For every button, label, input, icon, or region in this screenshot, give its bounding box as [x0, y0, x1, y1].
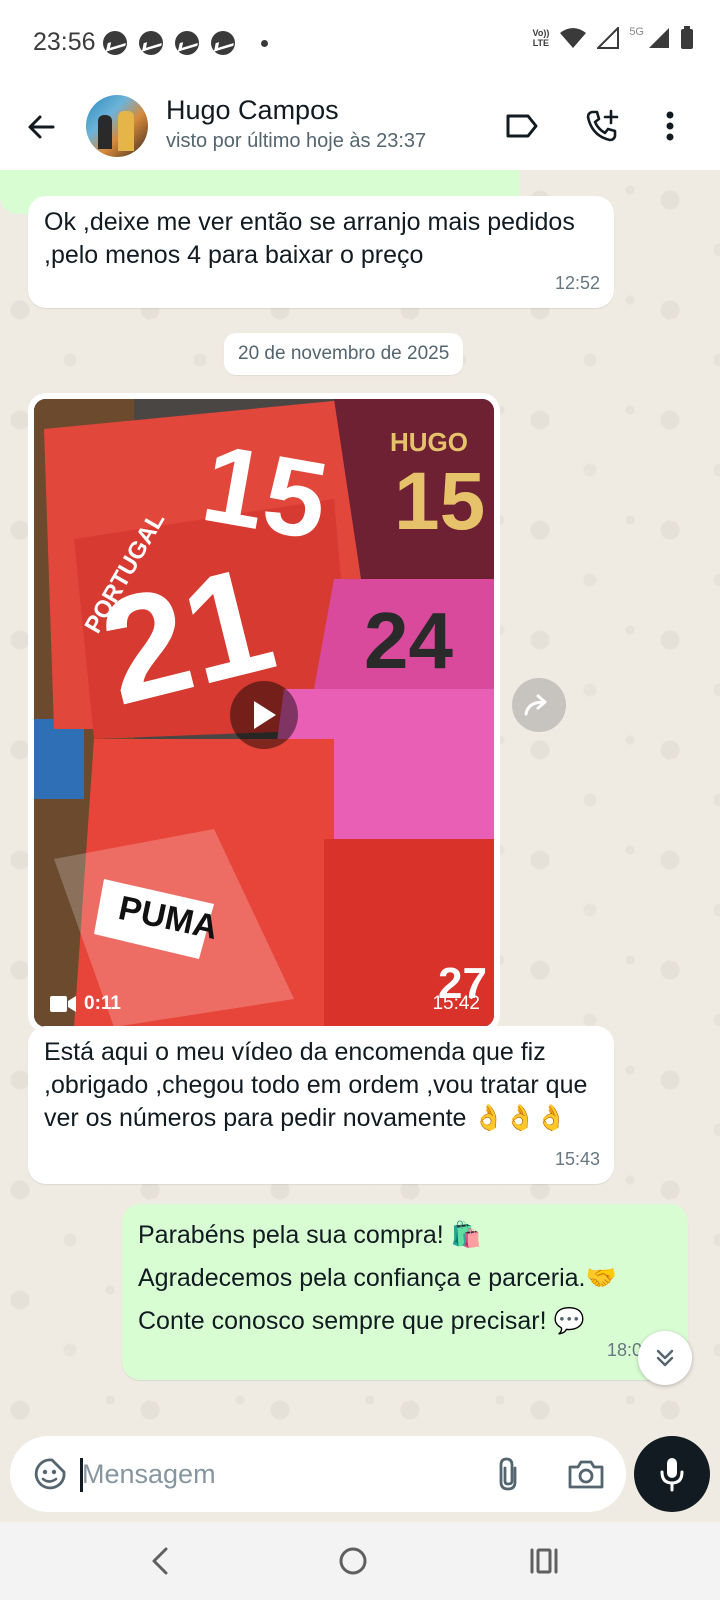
signal-icon [597, 27, 620, 49]
composer-bar [0, 1432, 720, 1522]
voice-message-button[interactable] [634, 1436, 710, 1512]
last-seen-status: visto por último hoje às 23:37 [166, 130, 427, 152]
signal-icon [649, 28, 669, 48]
attach-button[interactable] [486, 1452, 530, 1496]
battery-icon [681, 26, 693, 49]
status-bar: 23:56 Vo)) LTE 5G [0, 0, 720, 84]
video-thumbnail[interactable]: 15 PORTUGAL 21 HUGO 15 24 PUMA 27 0:11 1… [34, 399, 494, 1027]
arrow-left-icon [28, 115, 55, 139]
contact-avatar[interactable] [86, 95, 148, 157]
message-time: 15:42 [432, 993, 480, 1014]
message-time: 15:43 [554, 1149, 600, 1169]
incoming-message[interactable]: Está aqui o meu vídeo da encomenda que f… [28, 1026, 614, 1184]
video-camera-icon [50, 996, 76, 1012]
label-icon [506, 114, 538, 138]
message-line: Parabéns pela sua compra! 🛍️ [138, 1221, 482, 1249]
contact-name[interactable]: Hugo Campos [166, 95, 339, 126]
nav-back-button[interactable] [132, 1538, 188, 1584]
message-time: 12:52 [554, 273, 600, 293]
jersey-number: 15 [394, 456, 486, 547]
message-line: Agradecemos pela confiança e parceria.🤝 [138, 1264, 617, 1292]
phone-add-icon [586, 109, 619, 142]
more-options-button[interactable] [646, 102, 694, 150]
play-button[interactable] [230, 681, 298, 749]
circle-home-icon [339, 1547, 367, 1575]
jersey-number: 24 [364, 596, 453, 685]
chevron-left-icon [152, 1547, 168, 1575]
paperclip-icon [499, 1457, 517, 1491]
double-chevron-down-icon [656, 1349, 674, 1367]
message-text: Está aqui o meu vídeo da encomenda que f… [44, 1038, 588, 1132]
messenger-icon [139, 31, 163, 55]
messenger-icon [211, 31, 235, 55]
video-duration: 0:11 [50, 993, 121, 1015]
message-composer [10, 1436, 626, 1512]
recent-apps-icon [530, 1548, 558, 1574]
system-nav-bar [0, 1522, 720, 1600]
date-separator: 20 de novembro de 2025 [224, 333, 464, 375]
play-icon [254, 701, 276, 729]
label-button[interactable] [498, 102, 546, 150]
more-vertical-icon [666, 111, 674, 141]
scroll-to-bottom-button[interactable] [638, 1331, 692, 1385]
message-text: Ok ,deixe me ver então se arranjo mais p… [44, 208, 575, 269]
volte-indicator: Vo)) LTE [532, 28, 550, 48]
chat-area[interactable]: Ok ,deixe me ver então se arranjo mais p… [0, 170, 720, 1432]
chat-header: Hugo Campos visto por último hoje às 23:… [0, 84, 720, 170]
more-notifications-dot [261, 39, 268, 47]
video-message[interactable]: 15 PORTUGAL 21 HUGO 15 24 PUMA 27 0:11 1… [28, 393, 500, 1033]
messenger-icon [103, 31, 127, 55]
notification-icons [103, 31, 268, 55]
system-icons: Vo)) LTE 5G [532, 26, 694, 50]
wifi-icon [560, 28, 587, 48]
camera-icon [568, 1460, 604, 1489]
forward-button[interactable] [512, 678, 566, 732]
microphone-icon [660, 1458, 684, 1492]
network-generation: 5G [629, 26, 644, 38]
message-line: Conte conosco sempre que precisar! 💬 [138, 1307, 585, 1335]
nav-home-button[interactable] [325, 1538, 381, 1584]
add-call-button[interactable] [578, 102, 626, 150]
status-time: 23:56 [33, 28, 96, 56]
nav-recents-button[interactable] [516, 1538, 572, 1584]
jersey-name: HUGO [390, 427, 468, 457]
video-duration-text: 0:11 [84, 993, 121, 1014]
camera-button[interactable] [562, 1452, 610, 1496]
forward-icon [524, 694, 547, 716]
messenger-icon [175, 31, 199, 55]
back-button[interactable] [18, 104, 64, 150]
incoming-message[interactable]: Ok ,deixe me ver então se arranjo mais p… [28, 196, 614, 308]
sticker-button[interactable] [28, 1452, 72, 1496]
outgoing-message[interactable]: Parabéns pela sua compra! 🛍️ Agradecemos… [122, 1204, 688, 1380]
message-input[interactable] [82, 1452, 462, 1496]
sticker-icon [34, 1458, 66, 1490]
